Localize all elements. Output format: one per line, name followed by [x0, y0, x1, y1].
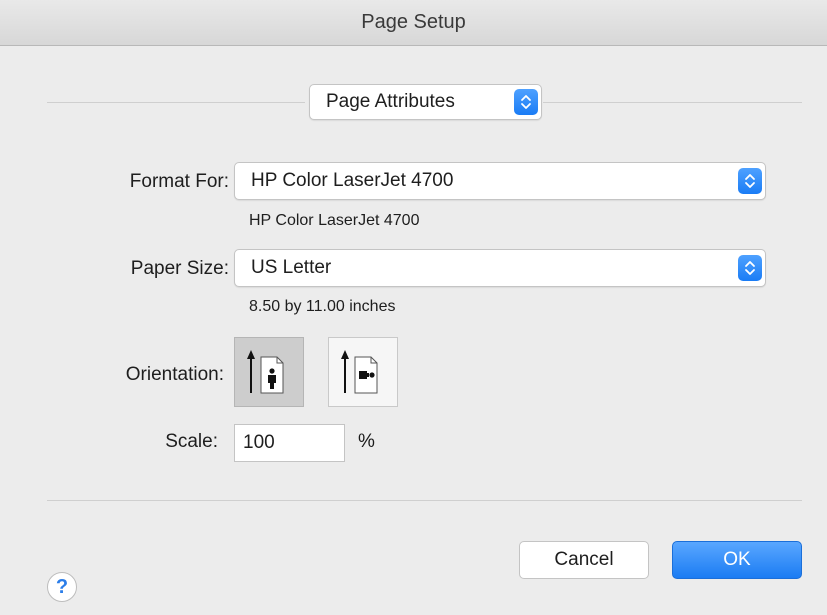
bottom-separator	[47, 500, 802, 501]
cancel-button[interactable]: Cancel	[519, 541, 649, 579]
separator-left	[47, 102, 305, 103]
portrait-orientation-icon	[247, 350, 284, 394]
orientation-label: Orientation:	[125, 364, 224, 385]
ok-button-label: OK	[723, 549, 751, 570]
format-for-popup[interactable]: HP Color LaserJet 4700	[234, 162, 766, 200]
cancel-button-label: Cancel	[554, 549, 614, 570]
title-bar: Page Setup	[0, 0, 827, 46]
paper-size-label: Paper Size:	[130, 258, 229, 279]
separator-right	[543, 102, 802, 103]
scale-unit: %	[358, 431, 375, 452]
up-down-chevron-icon	[738, 168, 762, 194]
portrait-orientation-button[interactable]	[234, 337, 304, 407]
landscape-orientation-icon	[341, 350, 378, 394]
format-for-value: HP Color LaserJet 4700	[251, 170, 454, 191]
settings-popup-value: Page Attributes	[326, 91, 455, 112]
format-for-label: Format For:	[129, 171, 229, 192]
paper-size-popup[interactable]: US Letter	[234, 249, 766, 287]
window-title: Page Setup	[361, 11, 466, 33]
ok-button[interactable]: OK	[672, 541, 802, 579]
scale-label: Scale:	[165, 431, 218, 452]
up-down-chevron-icon	[738, 255, 762, 281]
help-button[interactable]: ?	[47, 572, 77, 602]
landscape-orientation-button[interactable]	[328, 337, 398, 407]
question-mark-icon: ?	[55, 575, 69, 598]
format-for-description: HP Color LaserJet 4700	[249, 212, 420, 229]
paper-size-value: US Letter	[251, 257, 332, 278]
scale-input[interactable]	[234, 424, 345, 462]
up-down-chevron-icon	[514, 89, 538, 115]
paper-size-description: 8.50 by 11.00 inches	[249, 298, 396, 315]
settings-popup[interactable]: Page Attributes	[309, 84, 542, 120]
